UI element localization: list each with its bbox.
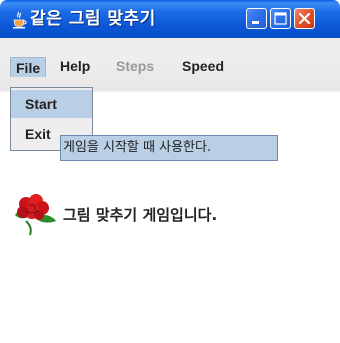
maximize-button[interactable]	[270, 8, 291, 29]
menu-bar: File Help Steps Speed	[0, 38, 340, 92]
menu-file[interactable]: File	[10, 57, 46, 77]
minimize-icon	[252, 21, 259, 24]
window-title: 같은 그림 맞추기	[30, 9, 156, 29]
java-cup-icon	[11, 11, 27, 29]
menu-item-start[interactable]: Start	[11, 90, 92, 118]
maximize-icon	[274, 12, 287, 25]
red-flower-icon	[12, 193, 58, 237]
title-bar[interactable]: 같은 그림 맞추기	[0, 0, 340, 38]
minimize-button[interactable]	[246, 8, 267, 29]
app-window: 같은 그림 맞추기 File Help Steps Speed Start Ex…	[0, 0, 340, 343]
close-button[interactable]	[294, 8, 315, 29]
menu-help[interactable]: Help	[60, 56, 90, 76]
tooltip: 게임을 시작할 때 사용한다.	[60, 135, 278, 161]
close-icon	[298, 12, 311, 25]
menu-speed[interactable]: Speed	[182, 56, 224, 76]
game-description: 그림 맞추기 게임입니다.	[63, 206, 218, 224]
menu-steps[interactable]: Steps	[116, 56, 154, 76]
